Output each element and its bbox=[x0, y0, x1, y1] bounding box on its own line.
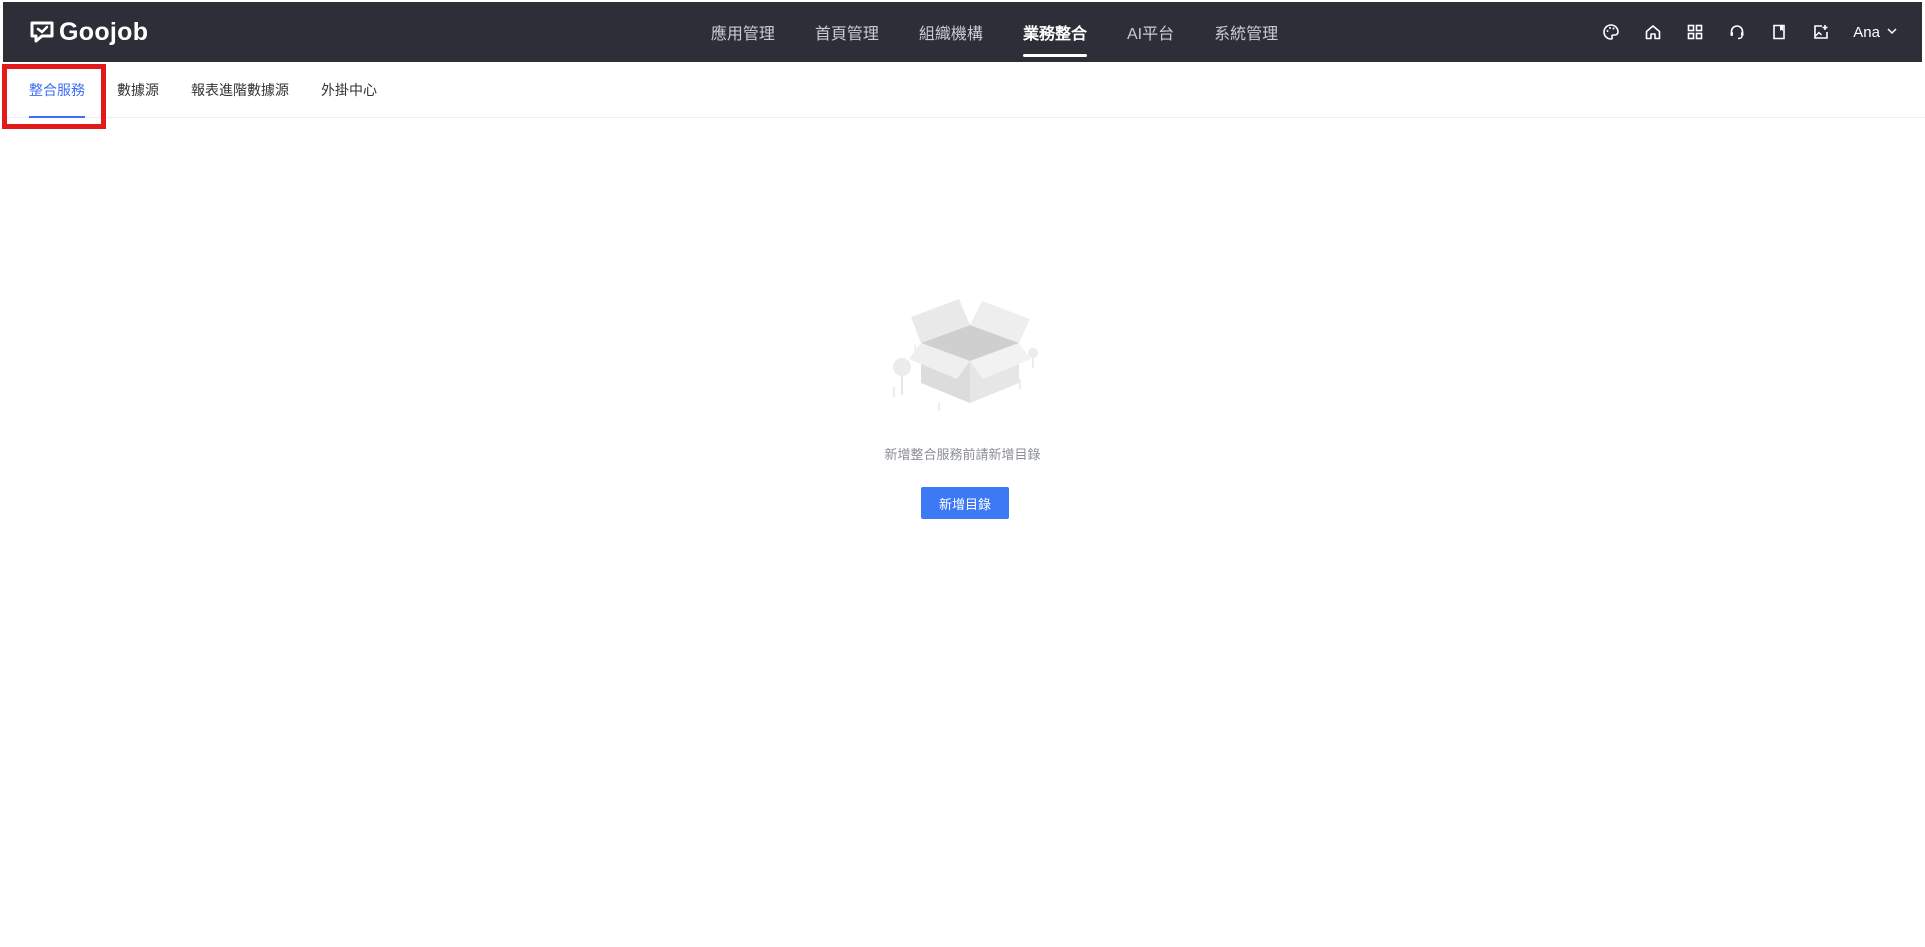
nav-item-ai-platform[interactable]: AI平台 bbox=[1107, 2, 1194, 62]
nav-item-label: 首頁管理 bbox=[814, 26, 879, 43]
tab-report-advanced-data-sources[interactable]: 報表進階數據源 bbox=[191, 62, 289, 118]
header-tools: Ana bbox=[1601, 2, 1898, 62]
tab-label: 整合服務 bbox=[29, 82, 85, 98]
chevron-down-icon bbox=[1886, 24, 1898, 41]
tab-integration-services[interactable]: 整合服務 bbox=[29, 62, 85, 118]
nav-item-business-integration[interactable]: 業務整合 bbox=[1003, 2, 1107, 62]
nav-item-label: 業務整合 bbox=[1022, 26, 1087, 43]
empty-box-illustration bbox=[887, 295, 1045, 415]
nav-item-label: 系統管理 bbox=[1214, 26, 1279, 43]
page: Goojob 應用管理 首頁管理 組織機構 業務整合 AI平台 系統管理 Ana… bbox=[0, 0, 1925, 947]
chat-bubble-logo-icon bbox=[29, 19, 55, 45]
palette-icon[interactable] bbox=[1601, 22, 1621, 42]
user-menu[interactable]: Ana bbox=[1853, 24, 1898, 41]
tab-label: 外掛中心 bbox=[321, 82, 377, 98]
tab-data-sources[interactable]: 數據源 bbox=[117, 62, 159, 118]
tab-label: 報表進階數據源 bbox=[191, 82, 289, 98]
brand-logo[interactable]: Goojob bbox=[29, 18, 148, 46]
add-directory-button[interactable]: 新增目錄 bbox=[921, 487, 1009, 519]
home-icon[interactable] bbox=[1643, 22, 1663, 42]
nav-item-label: 組織機構 bbox=[918, 26, 983, 43]
tab-label: 數據源 bbox=[117, 82, 159, 98]
document-icon[interactable] bbox=[1769, 22, 1789, 42]
brand-name: Goojob bbox=[59, 17, 149, 46]
top-navbar: Goojob 應用管理 首頁管理 組織機構 業務整合 AI平台 系統管理 Ana bbox=[3, 2, 1922, 62]
nav-item-label: AI平台 bbox=[1126, 26, 1175, 43]
nav-item-app-management[interactable]: 應用管理 bbox=[691, 2, 795, 62]
nav-item-organization[interactable]: 組織機構 bbox=[899, 2, 1003, 62]
support-icon[interactable] bbox=[1727, 22, 1747, 42]
nav-item-label: 應用管理 bbox=[710, 26, 775, 43]
apps-grid-icon[interactable] bbox=[1685, 22, 1705, 42]
user-name: Ana bbox=[1853, 23, 1880, 41]
sub-tabs: 整合服務 數據源 報表進階數據源 外掛中心 bbox=[0, 62, 1925, 118]
nav-item-system-management[interactable]: 系統管理 bbox=[1194, 2, 1298, 62]
image-add-icon[interactable] bbox=[1811, 22, 1831, 42]
nav-item-homepage-management[interactable]: 首頁管理 bbox=[795, 2, 899, 62]
empty-state-message: 新增整合服務前請新增目錄 bbox=[884, 447, 1041, 462]
tab-plugin-center[interactable]: 外掛中心 bbox=[321, 62, 377, 118]
active-tab-indicator bbox=[29, 116, 85, 118]
